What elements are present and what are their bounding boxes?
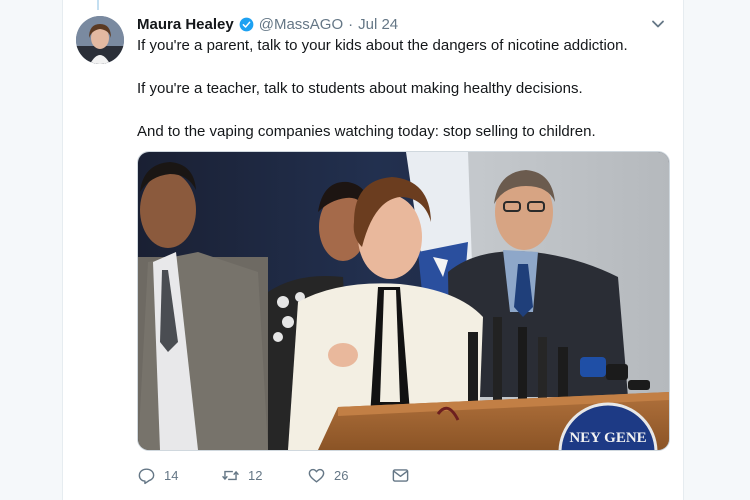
podium-seal-text: NEY GENE xyxy=(569,430,646,446)
reply-icon xyxy=(138,467,155,484)
press-conference-photo: NEY GENE xyxy=(138,152,669,450)
tweet-header: Maura Healey @MassAGO · Jul 24 xyxy=(137,14,398,34)
verified-badge-icon xyxy=(239,17,254,31)
like-count: 26 xyxy=(334,467,349,483)
retweet-icon xyxy=(222,470,239,480)
thread-connector xyxy=(97,0,99,10)
author-name[interactable]: Maura Healey xyxy=(137,16,234,33)
header-separator: · xyxy=(348,15,354,33)
reply-count: 14 xyxy=(164,467,179,483)
retweet-button[interactable]: 12 xyxy=(221,466,262,485)
author-handle[interactable]: @MassAGO xyxy=(259,16,343,33)
chevron-down-icon[interactable] xyxy=(650,16,666,32)
tweet-paragraph: If you're a teacher, talk to students ab… xyxy=(137,80,583,97)
envelope-icon xyxy=(392,468,409,482)
avatar[interactable] xyxy=(76,16,124,64)
reply-button[interactable]: 14 xyxy=(137,466,178,485)
like-button[interactable]: 26 xyxy=(307,466,348,485)
tweet-photo[interactable]: NEY GENE xyxy=(137,151,670,451)
direct-message-button[interactable] xyxy=(391,466,410,485)
tweet-paragraph: If you're a parent, talk to your kids ab… xyxy=(137,37,628,54)
tweet-date[interactable]: Jul 24 xyxy=(358,16,398,33)
tweet-paragraph: And to the vaping companies watching tod… xyxy=(137,123,596,140)
heart-icon xyxy=(308,468,325,483)
retweet-count: 12 xyxy=(248,467,263,483)
